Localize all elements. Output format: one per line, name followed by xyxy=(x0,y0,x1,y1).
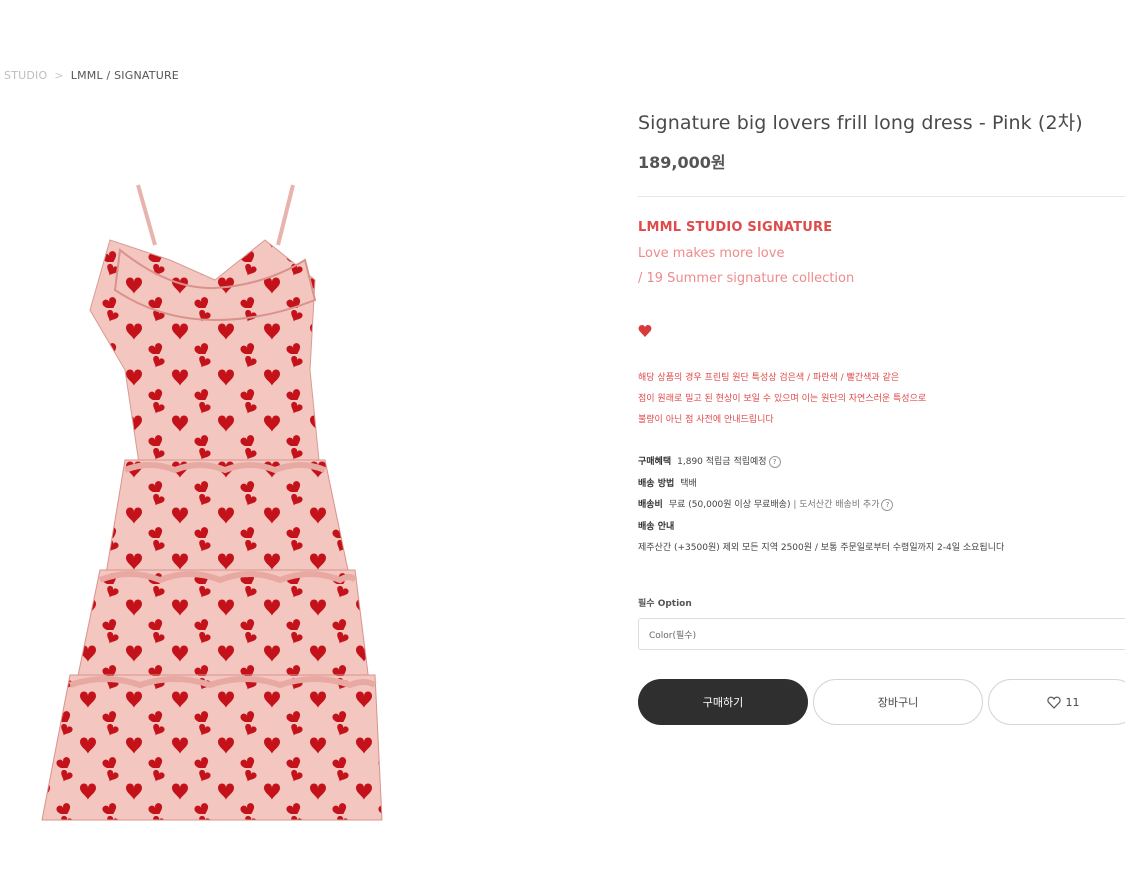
shipping-meta: 구매혜택 1,890 적립금 적립예정? 배송 방법 택배 배송비 무료 (50,00… xyxy=(638,452,1004,560)
buy-button-label: 구매하기 xyxy=(702,696,744,709)
shipping-fee-value: 무료 (50,000원 이상 무료배송) xyxy=(668,500,791,510)
option-label: 필수 Option xyxy=(638,599,692,609)
shipping-method-label: 배송 방법 xyxy=(638,478,675,489)
color-select-value: Color(필수) xyxy=(649,631,697,641)
like-count: 11 xyxy=(1065,695,1080,709)
shipping-fee-extra: | 도서산간 배송비 추가 xyxy=(793,500,880,510)
notice-line-3: 불량이 아닌 점 사전에 안내드립니다 xyxy=(638,415,774,425)
breadcrumb-parent-link[interactable]: L STUDIO xyxy=(0,69,47,82)
shipping-info-label-row: 배송 안내 xyxy=(638,517,1004,539)
cart-button-label: 장바구니 xyxy=(877,696,919,709)
help-icon[interactable]: ? xyxy=(881,498,894,511)
help-icon[interactable]: ? xyxy=(768,455,781,468)
heart-icon xyxy=(638,325,652,337)
breadcrumb: L STUDIO > LMML / SIGNATURE xyxy=(0,69,179,82)
shipping-fee-row: 배송비 무료 (50,000원 이상 무료배송) | 도서산간 배송비 추가? xyxy=(638,495,1004,517)
product-notice: 해당 상품의 경우 프린팅 원단 특성상 검은색 / 파란색 / 빨간색과 같은… xyxy=(638,368,926,431)
shipping-method-value: 택배 xyxy=(680,478,697,489)
product-title: Signature big lovers frill long dress - … xyxy=(638,112,1083,134)
heart-outline-icon xyxy=(1046,696,1061,709)
shipping-info-value: 제주산간 (+3500원) 제외 모든 지역 2500원 / 보통 주문일로부터… xyxy=(638,543,1005,553)
tagline-1: Love makes more love xyxy=(638,246,785,261)
brand-name: LMML STUDIO SIGNATURE xyxy=(638,220,833,235)
notice-line-2: 점이 원래로 밀고 된 현상이 보일 수 있으며 이는 원단의 자연스러운 특성… xyxy=(638,394,927,404)
divider xyxy=(638,196,1125,197)
like-button[interactable]: 11 xyxy=(988,679,1125,725)
buy-button[interactable]: 구매하기 xyxy=(638,679,808,725)
notice-line-1: 해당 상품의 경우 프린팅 원단 특성상 검은색 / 파란색 / 빨간색과 같은 xyxy=(638,373,900,383)
product-page: L STUDIO > LMML / SIGNATURE Signature big … xyxy=(0,0,1125,869)
benefit-row: 구매혜택 1,890 적립금 적립예정? xyxy=(638,452,1004,474)
cart-button[interactable]: 장바구니 xyxy=(813,679,983,725)
tagline-2: / 19 Summer signature collection xyxy=(638,271,855,286)
shipping-method-row: 배송 방법 택배 xyxy=(638,474,1004,496)
product-price: 189,000원 xyxy=(638,153,726,172)
product-image[interactable] xyxy=(30,170,400,850)
breadcrumb-separator: > xyxy=(54,69,64,82)
shipping-info-label: 배송 안내 xyxy=(638,521,675,532)
shipping-fee-label: 배송비 xyxy=(638,500,663,510)
benefit-value: 1,890 적립금 적립예정 xyxy=(677,457,767,467)
color-select[interactable]: Color(필수) xyxy=(638,618,1125,650)
benefit-label: 구매혜택 xyxy=(638,457,672,467)
breadcrumb-current-link[interactable]: LMML / SIGNATURE xyxy=(71,69,179,82)
